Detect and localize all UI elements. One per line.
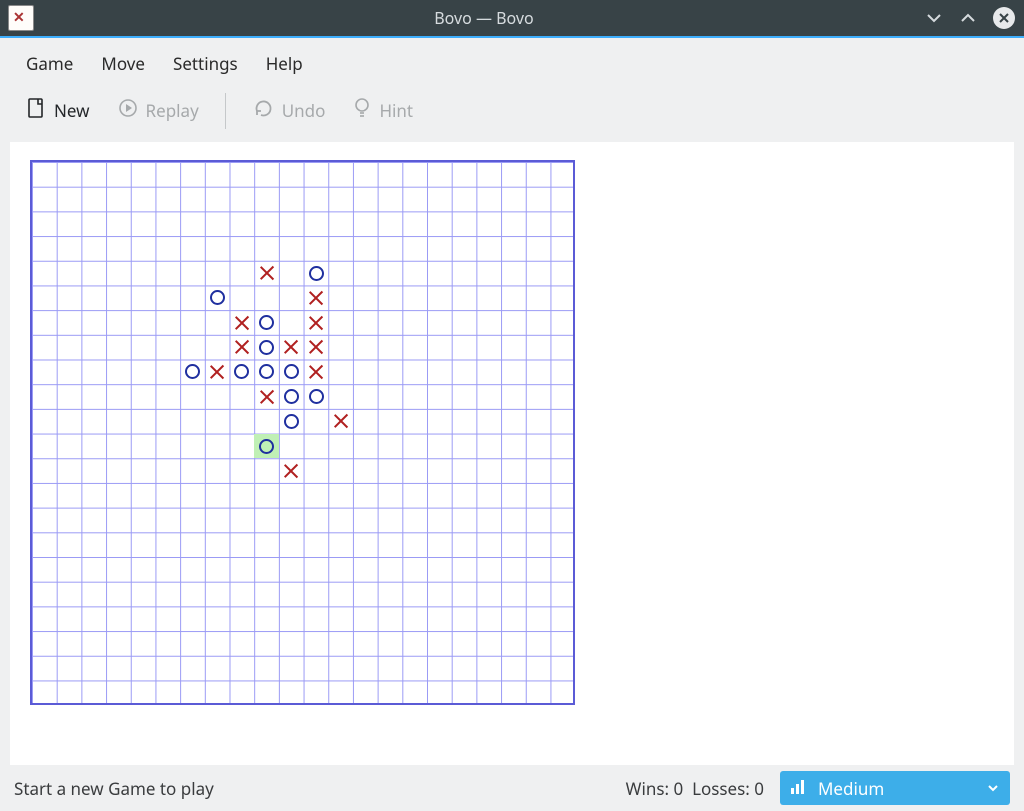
replay-button[interactable]: Replay — [106, 92, 211, 129]
wins-value: 0 — [673, 777, 683, 800]
board-cell[interactable] — [254, 360, 279, 385]
board-cell[interactable] — [304, 286, 329, 311]
board-cell[interactable] — [279, 384, 304, 409]
mark-o-icon — [259, 439, 274, 454]
window-title: Bovo — Bovo — [44, 7, 924, 29]
difficulty-label: Medium — [818, 777, 976, 800]
board-cell[interactable] — [328, 409, 353, 434]
toolbar: New Replay Undo Hint — [0, 87, 1024, 142]
board-cell[interactable] — [279, 409, 304, 434]
hint-button[interactable]: Hint — [341, 91, 425, 130]
new-label: New — [54, 99, 90, 122]
board-cell[interactable] — [279, 335, 304, 360]
toolbar-separator — [225, 93, 226, 129]
replay-label: Replay — [146, 99, 199, 122]
hint-label: Hint — [379, 99, 413, 122]
board-cell[interactable] — [230, 310, 255, 335]
maximize-button[interactable] — [958, 8, 978, 28]
mark-x-icon — [308, 339, 324, 355]
board-cell[interactable] — [279, 458, 304, 483]
menubar: Game Move Settings Help — [0, 38, 1024, 87]
board-cell[interactable] — [279, 360, 304, 385]
mark-x-icon — [259, 389, 275, 405]
board-cell[interactable] — [180, 360, 205, 385]
mark-o-icon — [234, 364, 249, 379]
mark-x-icon — [308, 315, 324, 331]
minimize-button[interactable] — [924, 8, 944, 28]
board-cell[interactable] — [304, 335, 329, 360]
board-cell[interactable] — [230, 335, 255, 360]
board-cell[interactable] — [304, 261, 329, 286]
board-cell[interactable] — [230, 360, 255, 385]
board-cell[interactable] — [304, 360, 329, 385]
undo-icon — [252, 98, 274, 123]
mark-o-icon — [284, 364, 299, 379]
document-new-icon — [26, 97, 46, 124]
bars-icon — [790, 777, 808, 800]
mark-x-icon — [308, 364, 324, 380]
board-cell[interactable] — [254, 261, 279, 286]
menu-game[interactable]: Game — [16, 48, 83, 79]
menu-settings[interactable]: Settings — [163, 48, 248, 79]
new-button[interactable]: New — [14, 91, 102, 130]
board-cell[interactable] — [304, 384, 329, 409]
mark-x-icon — [333, 413, 349, 429]
difficulty-selector[interactable]: Medium — [780, 771, 1010, 805]
mark-x-icon — [283, 339, 299, 355]
mark-o-icon — [259, 315, 274, 330]
board-cell[interactable] — [254, 310, 279, 335]
wins-label: Wins: — [626, 777, 669, 800]
menu-help[interactable]: Help — [256, 48, 313, 79]
mark-o-icon — [284, 414, 299, 429]
losses-value: 0 — [754, 777, 764, 800]
statusbar: Start a new Game to play Wins: 0 Losses:… — [0, 765, 1024, 811]
close-button[interactable] — [992, 6, 1016, 30]
mark-x-icon — [234, 339, 250, 355]
board-cell[interactable] — [205, 360, 230, 385]
mark-o-icon — [210, 290, 225, 305]
board-cell[interactable] — [254, 335, 279, 360]
game-board[interactable] — [30, 160, 575, 705]
board-cell[interactable] — [205, 286, 230, 311]
undo-label: Undo — [282, 99, 326, 122]
mark-x-icon — [234, 315, 250, 331]
mark-o-icon — [284, 389, 299, 404]
play-circle-icon — [118, 98, 138, 123]
board-cell[interactable] — [254, 434, 279, 459]
mark-x-icon — [209, 364, 225, 380]
mark-o-icon — [185, 364, 200, 379]
board-cell[interactable] — [254, 384, 279, 409]
score-display: Wins: 0 Losses: 0 — [626, 777, 764, 800]
mark-o-icon — [309, 266, 324, 281]
main-area — [10, 142, 1014, 765]
bulb-icon — [353, 97, 371, 124]
mark-o-icon — [259, 364, 274, 379]
mark-x-icon — [259, 265, 275, 281]
menu-move[interactable]: Move — [91, 48, 155, 79]
status-message: Start a new Game to play — [14, 777, 616, 800]
losses-label: Losses: — [692, 777, 750, 800]
chevron-down-icon — [986, 777, 1000, 800]
mark-o-icon — [309, 389, 324, 404]
mark-o-icon — [259, 340, 274, 355]
undo-button[interactable]: Undo — [240, 92, 338, 129]
mark-x-icon — [283, 463, 299, 479]
titlebar: Bovo — Bovo — [0, 0, 1024, 38]
window-controls — [924, 6, 1016, 30]
app-icon — [8, 5, 34, 31]
mark-x-icon — [308, 290, 324, 306]
board-cell[interactable] — [304, 310, 329, 335]
